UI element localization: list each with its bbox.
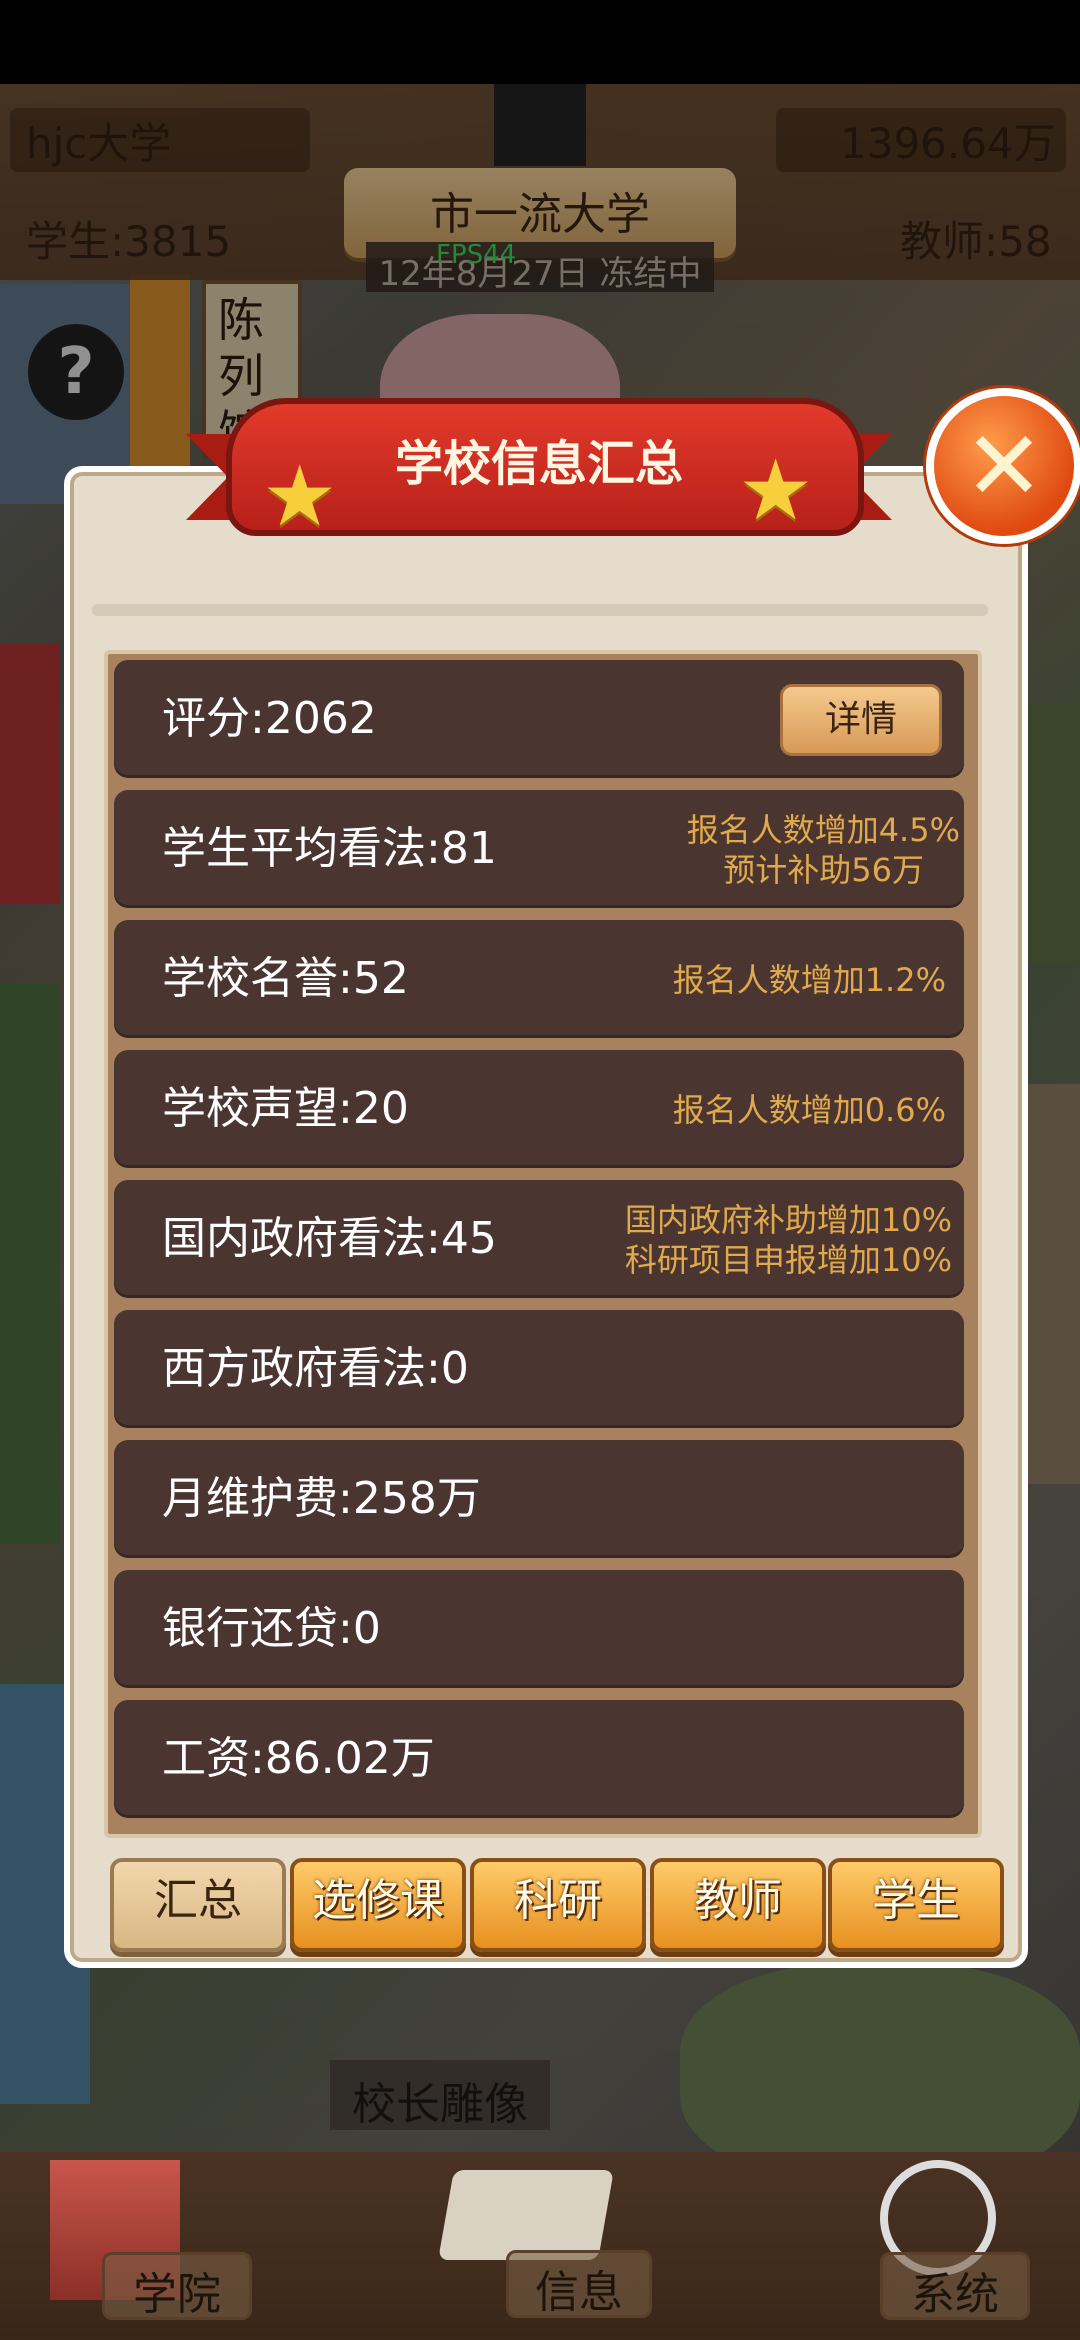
detail-button[interactable]: 详情 bbox=[780, 684, 942, 756]
row-label: 银行还贷:0 bbox=[162, 1603, 381, 1654]
nav-system-label: 系统 bbox=[911, 2269, 999, 2320]
row-label: 西方政府看法:0 bbox=[162, 1343, 469, 1394]
tab-research-label: 科研 bbox=[514, 1875, 602, 1926]
star-icon: ★ bbox=[262, 447, 338, 545]
info-row-prestige: 学校声望:20 报名人数增加0.6% bbox=[114, 1050, 964, 1168]
dialog-divider bbox=[92, 604, 988, 616]
info-row-student-opinion: 学生平均看法:81 报名人数增加4.5% 预计补助56万 bbox=[114, 790, 964, 908]
tab-students-label: 学生 bbox=[872, 1875, 960, 1926]
row-label: 学校声望:20 bbox=[162, 1083, 409, 1134]
row-note: 国内政府补助增加10% bbox=[624, 1201, 952, 1239]
tab-summary-label: 汇总 bbox=[154, 1875, 242, 1926]
info-row-salary: 工资:86.02万 bbox=[114, 1700, 964, 1818]
row-label: 评分:2062 bbox=[162, 693, 377, 744]
row-label: 学校名誉:52 bbox=[162, 953, 409, 1004]
row-note: 报名人数增加4.5% bbox=[686, 811, 960, 849]
row-note-secondary: 预计补助56万 bbox=[723, 851, 924, 889]
row-label: 国内政府看法:45 bbox=[162, 1213, 497, 1264]
info-row-western-gov: 西方政府看法:0 bbox=[114, 1310, 964, 1428]
info-row-score: 评分:2062 详情 bbox=[114, 660, 964, 778]
row-label: 工资:86.02万 bbox=[162, 1733, 435, 1784]
book-icon bbox=[438, 2170, 614, 2260]
tab-teachers-label: 教师 bbox=[694, 1875, 782, 1926]
info-row-domestic-gov: 国内政府看法:45 国内政府补助增加10% 科研项目申报增加10% bbox=[114, 1180, 964, 1298]
info-row-honor: 学校名誉:52 报名人数增加1.2% bbox=[114, 920, 964, 1038]
row-note: 报名人数增加0.6% bbox=[672, 1091, 946, 1129]
info-row-loan: 银行还贷:0 bbox=[114, 1570, 964, 1688]
tab-electives-label: 选修课 bbox=[312, 1875, 444, 1926]
row-label: 学生平均看法:81 bbox=[162, 823, 497, 874]
nav-college-label: 学院 bbox=[133, 2269, 221, 2320]
row-note: 报名人数增加1.2% bbox=[672, 961, 946, 999]
row-note-secondary: 科研项目申报增加10% bbox=[624, 1241, 952, 1279]
close-icon: ✕ bbox=[963, 410, 1045, 522]
status-bar bbox=[0, 0, 1080, 84]
row-label: 月维护费:258万 bbox=[162, 1473, 481, 1524]
nav-info-label: 信息 bbox=[535, 2267, 623, 2318]
info-row-maintenance: 月维护费:258万 bbox=[114, 1440, 964, 1558]
star-icon: ★ bbox=[738, 441, 814, 539]
